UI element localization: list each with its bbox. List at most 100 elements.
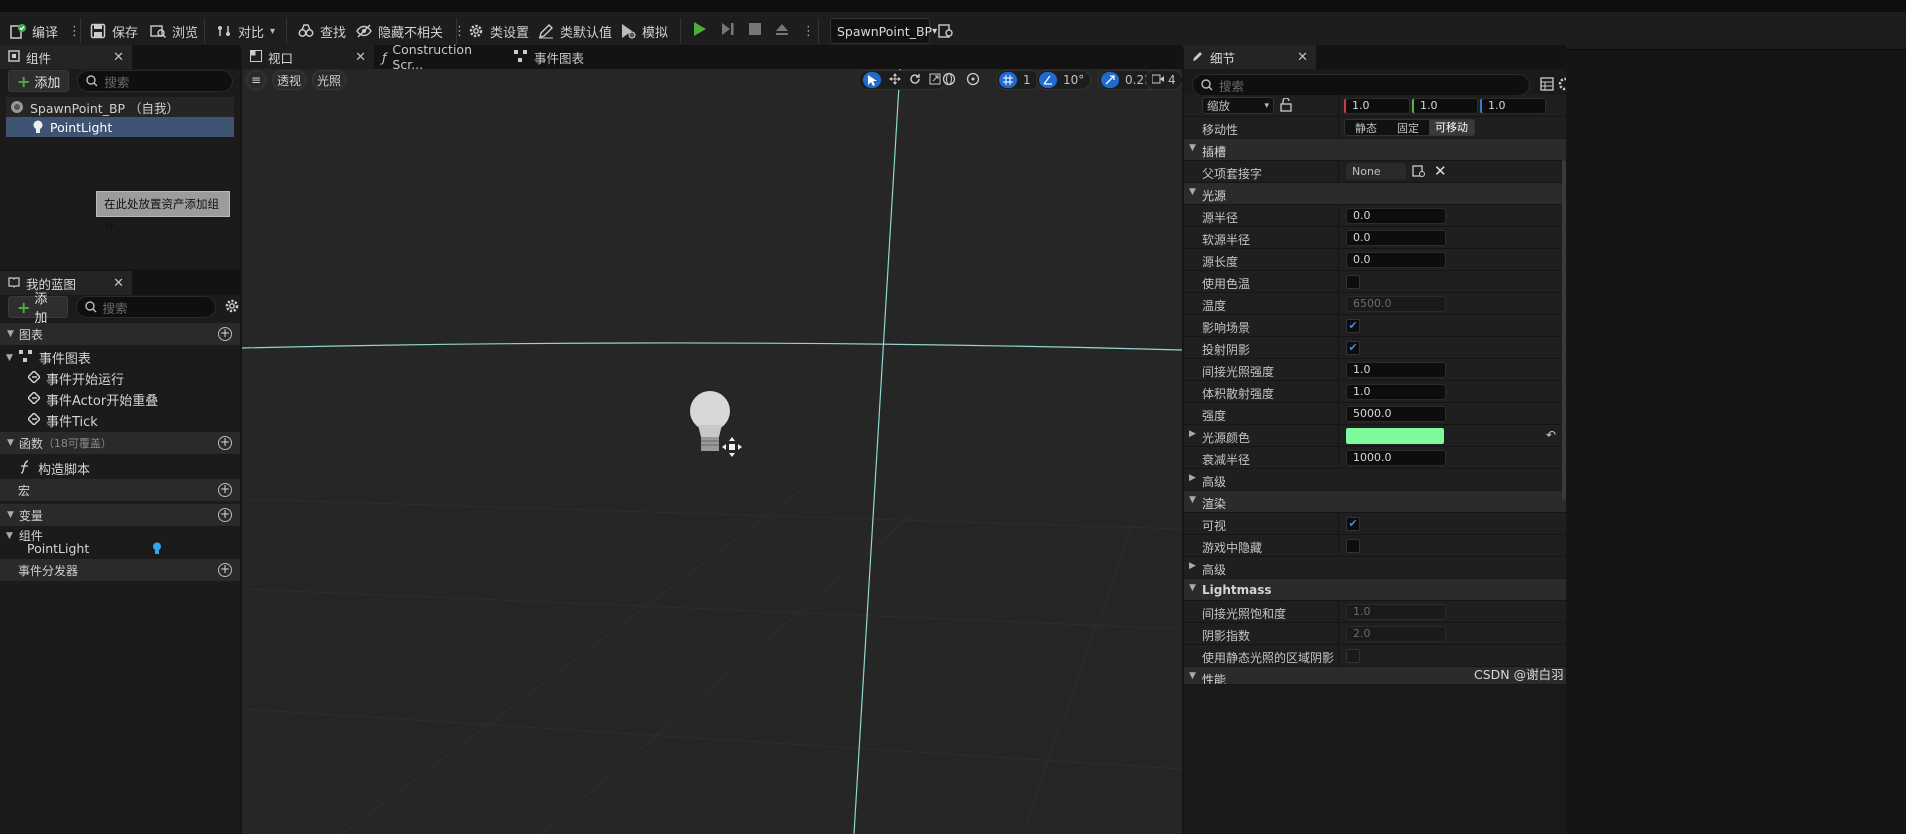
mobility-option-movable[interactable]: 可移动 <box>1429 120 1474 135</box>
scale-y-field[interactable]: 1.0 <box>1412 98 1478 114</box>
dispatchers-section[interactable]: 事件分发器 + <box>0 559 240 581</box>
area-shadows-checkbox[interactable] <box>1346 649 1360 663</box>
eject-icon[interactable] <box>774 21 790 41</box>
hidden-in-game-checkbox[interactable] <box>1346 539 1360 553</box>
stop-icon[interactable] <box>748 22 762 40</box>
functions-section[interactable]: ▼ 函数 （18可覆盖） + <box>0 432 240 454</box>
select-tool-icon[interactable] <box>863 72 881 88</box>
point-light-sprite[interactable] <box>688 391 748 468</box>
perspective-button[interactable]: 透视 <box>272 70 306 90</box>
mobility-option-static[interactable]: 静态 <box>1345 120 1387 136</box>
cast-shadows-checkbox[interactable]: ✔ <box>1346 341 1360 355</box>
add-dispatcher-icon[interactable]: + <box>218 563 232 577</box>
class-defaults-label: 类默认值 <box>560 25 613 41</box>
parent-socket-value[interactable]: None <box>1346 163 1406 180</box>
details-scrollbar[interactable] <box>1562 160 1566 500</box>
event-item-tick[interactable]: 事件Tick <box>27 411 98 430</box>
shadow-exponent-field[interactable]: 2.0 <box>1346 626 1446 642</box>
source-radius-field[interactable]: 0.0 <box>1346 208 1446 224</box>
viewport-menu-button[interactable]: ≡ <box>246 70 266 90</box>
affects-world-row: 影响场景 ✔ <box>1184 315 1566 337</box>
tab-components[interactable]: 组件 ✕ <box>0 45 132 69</box>
close-icon[interactable]: ✕ <box>113 50 124 65</box>
soft-source-radius-field[interactable]: 0.0 <box>1346 230 1446 246</box>
browse-socket-icon[interactable] <box>1412 164 1426 181</box>
source-length-field[interactable]: 0.0 <box>1346 252 1446 268</box>
tab-event-graph[interactable]: 事件图表 <box>506 45 638 69</box>
attenuation-field[interactable]: 1000.0 <box>1346 450 1446 466</box>
debug-object-dropdown[interactable]: SpawnPoint_BP ▾ <box>830 18 937 44</box>
add-function-icon[interactable]: + <box>218 436 232 450</box>
use-temperature-checkbox[interactable] <box>1346 275 1360 289</box>
play-icon[interactable] <box>692 21 708 41</box>
scale-tool-icon[interactable] <box>929 73 941 88</box>
temperature-field[interactable]: 6500.0 <box>1346 296 1446 312</box>
rotation-snap-control[interactable]: 10° <box>1036 70 1092 90</box>
component-child-item[interactable]: PointLight <box>6 117 234 137</box>
tab-construction-script[interactable]: ƒ Construction Scr... <box>374 42 506 72</box>
variable-item-pointlight[interactable]: PointLight <box>27 541 89 556</box>
construction-script-item[interactable]: 构造脚本 <box>18 459 90 478</box>
components-title: 组件 <box>26 50 52 66</box>
visible-checkbox[interactable]: ✔ <box>1346 517 1360 531</box>
affects-world-checkbox[interactable]: ✔ <box>1346 319 1360 333</box>
tab-viewport[interactable]: 视口 ✕ <box>242 45 374 69</box>
play-options-icon[interactable]: ⋮ <box>802 24 815 39</box>
close-icon[interactable]: ✕ <box>113 276 124 291</box>
rendering-category[interactable]: ▼ 渲染 <box>1184 491 1566 513</box>
advanced-row-rendering[interactable]: ▶ 高级 <box>1184 557 1566 579</box>
intensity-field[interactable]: 5000.0 <box>1346 406 1446 422</box>
add-macro-icon[interactable]: + <box>218 483 232 497</box>
expand-arrow-icon[interactable]: ▶ <box>1189 429 1196 439</box>
indirect-saturation-field[interactable]: 1.0 <box>1346 604 1446 620</box>
components-panel: 组件 ✕ + 添加 搜索 SpawnPoint_BP （自我） PointLig… <box>0 45 240 269</box>
surface-snap-icon[interactable] <box>966 72 980 89</box>
light-color-swatch[interactable] <box>1346 428 1444 444</box>
component-root-item[interactable]: SpawnPoint_BP （自我） <box>6 97 234 117</box>
components-search-input[interactable]: 搜索 <box>77 70 234 92</box>
details-search-input[interactable]: 搜索 <box>1192 74 1530 96</box>
add-member-button[interactable]: + 添加 <box>8 292 68 326</box>
viewport[interactable]: ≡ 透视 光照 1 10° 0.25 4 <box>242 69 1182 834</box>
graphs-section[interactable]: ▼ 图表 + <box>0 323 240 345</box>
event-graph-item[interactable]: ▼ 事件图表 <box>6 348 91 367</box>
grid-snap-control[interactable]: 1 <box>996 70 1040 90</box>
component-child-label: PointLight <box>50 119 113 135</box>
hide-options-icon[interactable]: ⋮ <box>453 24 466 39</box>
add-component-button[interactable]: + 添加 <box>8 70 70 92</box>
close-icon[interactable]: ✕ <box>355 50 366 65</box>
mobility-option-stationary[interactable]: 固定 <box>1387 120 1429 136</box>
settings-gear-icon[interactable] <box>1558 77 1572 94</box>
gear-icon[interactable] <box>224 298 240 317</box>
event-item-begin-play[interactable]: 事件开始运行 <box>27 369 124 388</box>
lightmass-category[interactable]: ▼ Lightmass <box>1184 579 1566 601</box>
add-graph-icon[interactable]: + <box>218 327 232 341</box>
indirect-intensity-field[interactable]: 1.0 <box>1346 362 1446 378</box>
camera-speed-control[interactable]: 4 <box>1145 70 1182 90</box>
lock-icon[interactable] <box>1280 97 1292 115</box>
tab-details[interactable]: 细节 ✕ <box>1184 45 1316 69</box>
advanced-row-light[interactable]: ▶ 高级 <box>1184 469 1566 491</box>
event-item-actor-overlap[interactable]: 事件Actor开始重叠 <box>27 390 158 409</box>
lighting-button[interactable]: 光照 <box>312 70 346 90</box>
close-icon[interactable]: ✕ <box>1297 50 1308 65</box>
blueprint-search-input[interactable]: 搜索 <box>75 296 216 318</box>
move-tool-icon[interactable] <box>889 72 901 88</box>
light-category[interactable]: ▼ 光源 <box>1184 183 1566 205</box>
tab-my-blueprint[interactable]: 我的蓝图 ✕ <box>0 271 132 295</box>
variables-section[interactable]: ▼ 变量 + <box>0 504 240 526</box>
reset-to-default-icon[interactable]: ↶ <box>1546 428 1556 442</box>
step-icon[interactable] <box>720 21 736 41</box>
world-space-icon[interactable] <box>942 72 956 89</box>
find-in-browser-icon[interactable] <box>938 23 954 42</box>
clear-socket-icon[interactable]: ✕ <box>1434 162 1447 180</box>
scale-mode-dropdown[interactable]: 缩放 ▾ <box>1202 97 1274 114</box>
add-variable-icon[interactable]: + <box>218 508 232 522</box>
rotate-tool-icon[interactable] <box>909 73 921 88</box>
macros-section[interactable]: 宏 + <box>0 479 240 501</box>
scale-x-field[interactable]: 1.0 <box>1344 98 1410 114</box>
scale-z-field[interactable]: 1.0 <box>1480 98 1546 114</box>
socket-category[interactable]: ▼ 插槽 <box>1184 139 1566 161</box>
table-view-icon[interactable] <box>1540 77 1554 94</box>
volumetric-scatter-field[interactable]: 1.0 <box>1346 384 1446 400</box>
